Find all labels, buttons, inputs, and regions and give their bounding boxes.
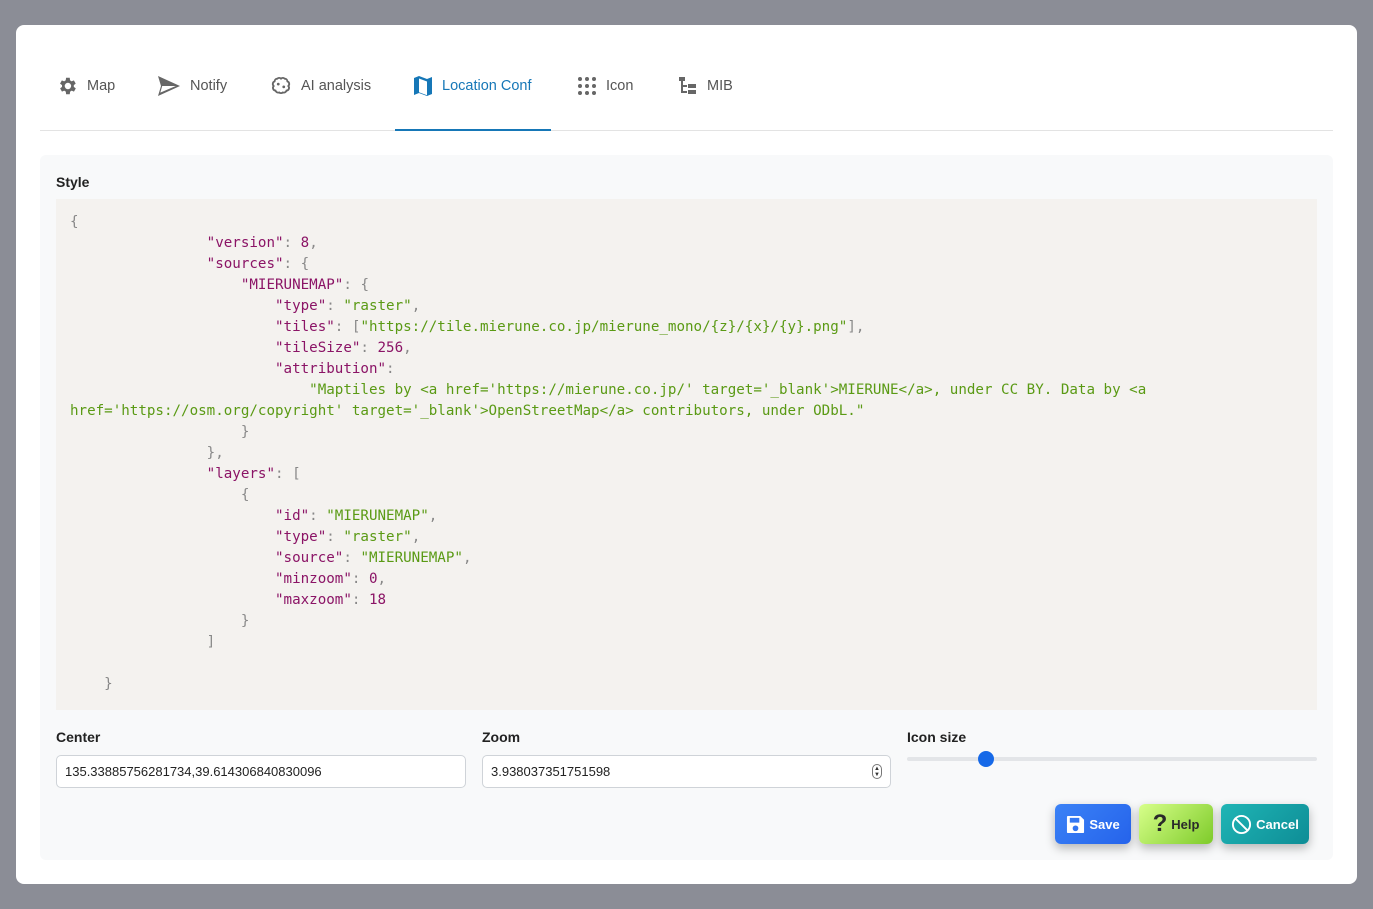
zoom-label: Zoom (482, 729, 521, 745)
tab-map[interactable]: Map (56, 65, 115, 107)
center-input[interactable]: 135.33885756281734,39.614306840830096 (56, 755, 466, 788)
zoom-stepper[interactable]: ▲ ▼ (872, 764, 882, 779)
cancel-icon (1232, 814, 1252, 834)
center-value: 135.33885756281734,39.614306840830096 (65, 764, 322, 779)
map-icon (414, 76, 432, 96)
help-label: Help (1171, 816, 1200, 832)
send-icon (158, 76, 180, 96)
tab-ai-analysis[interactable]: AI analysis (270, 65, 371, 107)
icon-size-slider[interactable] (907, 757, 1317, 761)
brain-icon (271, 77, 291, 95)
tab-label: Notify (190, 78, 228, 94)
tab-mib[interactable]: MIB (678, 65, 733, 107)
tab-label: AI analysis (301, 78, 372, 94)
icon-size-label: Icon size (907, 729, 967, 745)
save-button[interactable]: Save (1055, 804, 1131, 844)
center-label: Center (56, 729, 101, 745)
tab-label: Location Conf (442, 78, 532, 94)
zoom-value: 3.938037351751598 (491, 764, 611, 779)
grid-icon (578, 77, 596, 95)
zoom-input[interactable]: 3.938037351751598 ▲ ▼ (482, 755, 891, 788)
settings-modal: Map Notify AI analysis Location Conf Ico… (16, 25, 1357, 884)
tab-label: Icon (606, 78, 634, 94)
cancel-button[interactable]: Cancel (1221, 804, 1309, 844)
chevron-down-icon: ▼ (874, 771, 880, 778)
cancel-label: Cancel (1256, 816, 1299, 832)
tab-label: MIB (707, 78, 733, 94)
tab-bar: Map Notify AI analysis Location Conf Ico… (40, 55, 1333, 131)
style-label: Style (56, 174, 90, 190)
tab-icon[interactable]: Icon (577, 65, 633, 107)
tab-notify[interactable]: Notify (157, 65, 227, 107)
help-button[interactable]: ? Help (1139, 804, 1213, 844)
question-icon: ? (1152, 810, 1168, 837)
save-label: Save (1089, 816, 1120, 832)
gear-icon (60, 77, 76, 95)
icon-size-slider-handle[interactable] (977, 751, 994, 767)
active-tab-indicator (395, 129, 551, 131)
tab-label: Map (87, 78, 116, 94)
tab-location-conf[interactable]: Location Conf (413, 65, 531, 107)
style-code-editor[interactable]: { "version": 8, "sources": { "MIERUNEMAP… (56, 199, 1317, 710)
tree-icon (679, 77, 696, 94)
location-conf-panel: Style { "version": 8, "sources": { "MIER… (40, 155, 1333, 860)
floppy-disk-icon (1067, 815, 1085, 833)
